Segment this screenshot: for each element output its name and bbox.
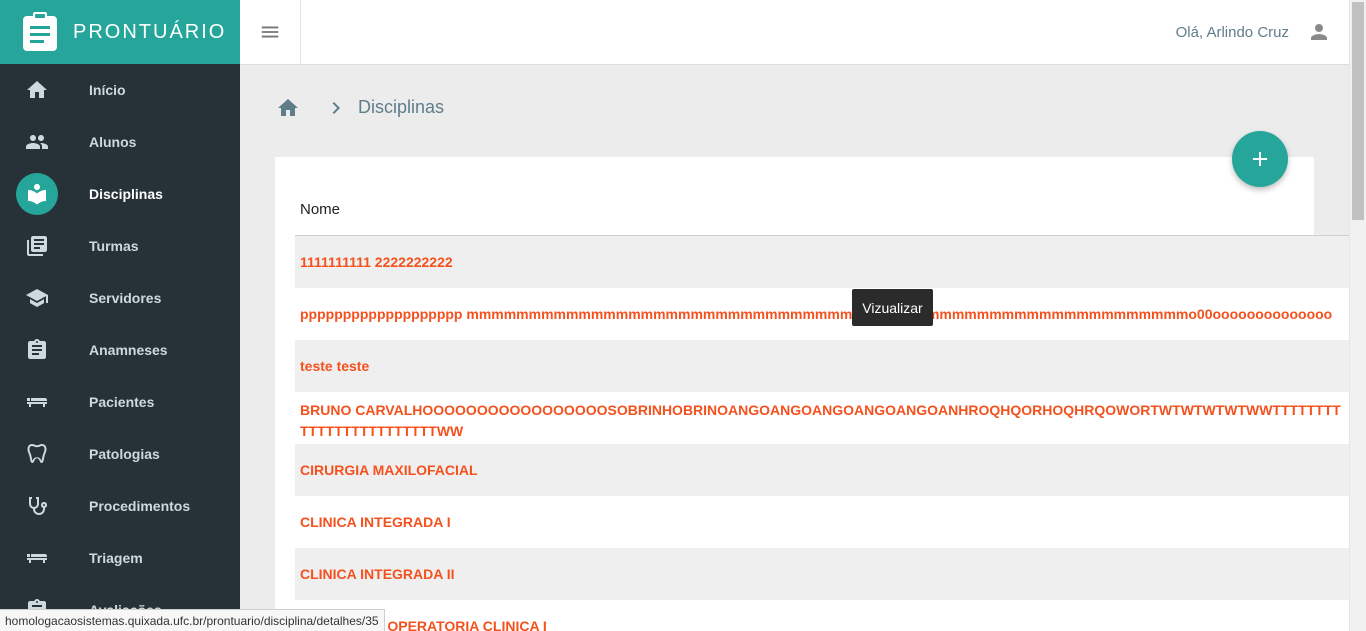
home-icon <box>16 69 58 111</box>
sidebar-item-procedimentos[interactable]: Procedimentos <box>0 480 240 532</box>
stethoscope-icon <box>16 485 58 527</box>
row-link[interactable]: ppppppppppppppppppp mmmmmmmmmmmmmmmmmmmm… <box>300 306 1332 322</box>
breadcrumb-home-icon[interactable] <box>276 96 300 120</box>
chevron-right-icon <box>324 96 348 120</box>
clipboard-icon <box>16 329 58 371</box>
table-row[interactable]: CIRURGIA MAXILOFACIAL <box>295 444 1349 496</box>
bed-icon <box>16 537 58 579</box>
table-body: 1111111111 2222222222 pppppppppppppppppp… <box>295 236 1349 631</box>
sidebar-item-pacientes[interactable]: Pacientes <box>0 376 240 428</box>
bed-icon <box>16 381 58 423</box>
brand[interactable]: PRONTUÁRIO <box>0 0 240 64</box>
sidebar-item-triagem[interactable]: Triagem <box>0 532 240 584</box>
table-header: Nome <box>295 184 1349 236</box>
app-title: PRONTUÁRIO <box>73 20 227 43</box>
sidebar-item-label: Pacientes <box>89 394 155 410</box>
row-link[interactable]: BRUNO CARVALHOOOOOOOOOOOOOOOOOSOBRINHOBR… <box>300 400 1349 442</box>
sidebar-item-anamneses[interactable]: Anamneses <box>0 324 240 376</box>
clipboard-logo-icon <box>23 12 57 51</box>
row-link[interactable]: CIRURGIA MAXILOFACIAL <box>300 462 478 478</box>
sidebar-item-disciplinas[interactable]: Disciplinas <box>0 168 240 220</box>
table-row[interactable]: DENTISTICA OPERATORIA CLINICA I <box>295 600 1349 631</box>
sidebar-item-servidores[interactable]: Servidores <box>0 272 240 324</box>
user-greeting[interactable]: Olá, Arlindo Cruz <box>1176 24 1289 41</box>
tooltip: Vizualizar <box>852 289 933 326</box>
sidebar: PRONTUÁRIO Início Alunos Disciplinas Tur… <box>0 0 240 631</box>
table-row[interactable]: BRUNO CARVALHOOOOOOOOOOOOOOOOOSOBRINHOBR… <box>295 392 1349 444</box>
row-link[interactable]: CLINICA INTEGRADA I <box>300 514 451 530</box>
vertical-scrollbar[interactable] <box>1349 0 1366 631</box>
tooth-icon <box>16 433 58 475</box>
sidebar-item-patologias[interactable]: Patologias <box>0 428 240 480</box>
table-row[interactable]: 1111111111 2222222222 <box>295 236 1349 288</box>
sidebar-item-label: Turmas <box>89 238 139 254</box>
top-bar: Olá, Arlindo Cruz <box>240 0 1349 65</box>
school-icon <box>16 277 58 319</box>
sidebar-item-label: Disciplinas <box>89 186 163 202</box>
hamburger-menu-icon <box>261 26 279 38</box>
column-header-nome[interactable]: Nome <box>300 201 340 218</box>
sidebar-item-label: Triagem <box>89 550 143 566</box>
people-icon <box>16 121 58 163</box>
sidebar-item-label: Procedimentos <box>89 498 191 514</box>
row-link[interactable]: teste teste <box>300 358 369 374</box>
table-row[interactable]: CLINICA INTEGRADA II <box>295 548 1349 600</box>
row-link[interactable]: 1111111111 2222222222 <box>300 254 453 270</box>
sidebar-item-label: Alunos <box>89 134 137 150</box>
table-row[interactable]: teste teste <box>295 340 1349 392</box>
sidebar-item-label: Anamneses <box>89 342 168 358</box>
table-row[interactable]: ppppppppppppppppppp mmmmmmmmmmmmmmmmmmmm… <box>295 288 1349 340</box>
menu-button[interactable] <box>240 0 301 64</box>
status-bar-url: homologacaosistemas.quixada.ufc.br/pront… <box>0 609 385 631</box>
sidebar-item-label: Início <box>89 82 126 98</box>
sidebar-item-alunos[interactable]: Alunos <box>0 116 240 168</box>
add-button[interactable] <box>1232 131 1288 187</box>
row-link[interactable]: CLINICA INTEGRADA II <box>300 566 455 582</box>
breadcrumb-current: Disciplinas <box>358 97 445 117</box>
sidebar-item-label: Servidores <box>89 290 162 306</box>
sidebar-item-turmas[interactable]: Turmas <box>0 220 240 272</box>
sidebar-item-label: Patologias <box>89 446 160 462</box>
library-icon <box>16 225 58 267</box>
account-icon[interactable] <box>1307 20 1331 44</box>
plus-icon <box>1253 152 1267 166</box>
table-row[interactable]: CLINICA INTEGRADA I <box>295 496 1349 548</box>
book-icon <box>16 173 58 215</box>
sidebar-item-inicio[interactable]: Início <box>0 64 240 116</box>
scrollbar-thumb[interactable] <box>1352 2 1364 220</box>
